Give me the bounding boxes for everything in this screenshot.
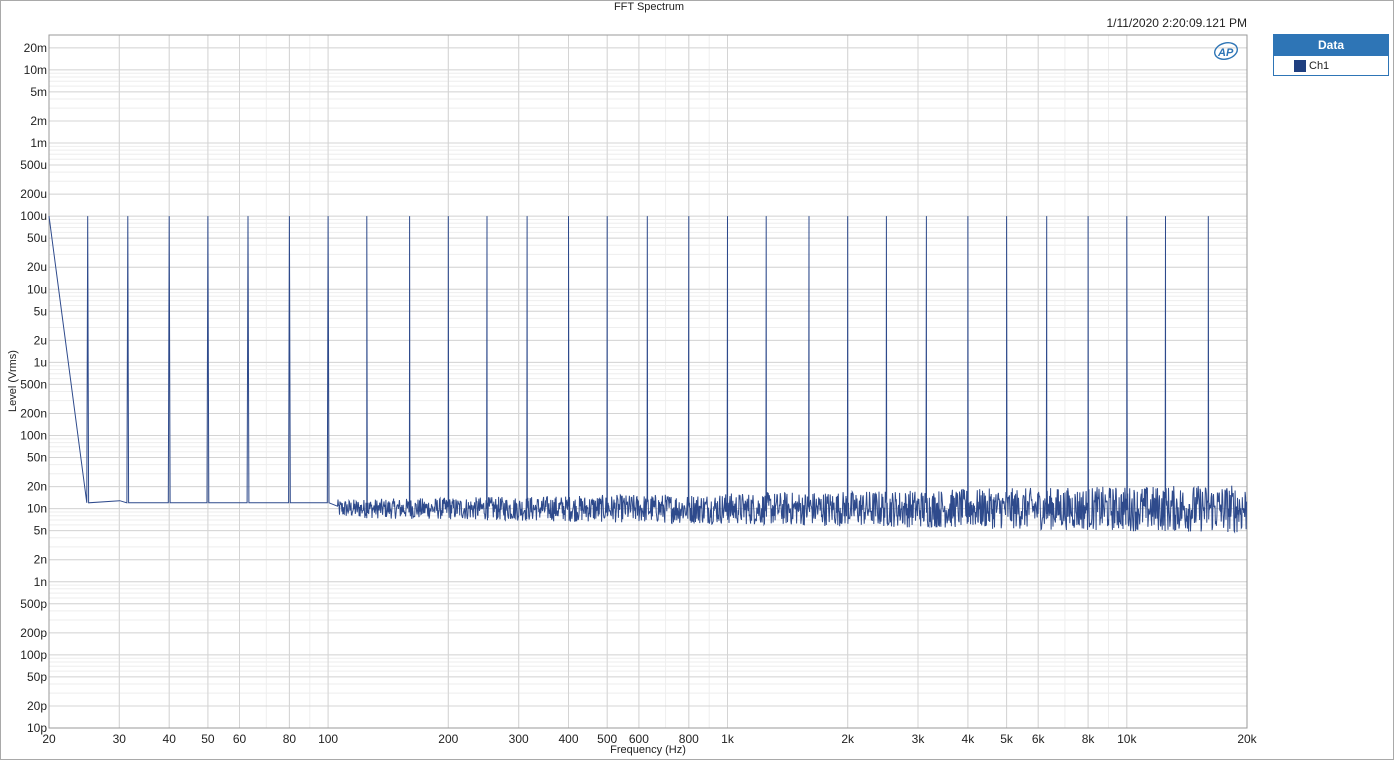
- x-tick-label: 1k: [721, 732, 735, 746]
- y-tick-label: 100p: [20, 648, 47, 662]
- x-tick-label: 600: [629, 732, 649, 746]
- y-tick-label: 20p: [27, 699, 47, 713]
- y-tick-label: 200n: [20, 407, 47, 421]
- y-tick-label: 1m: [30, 136, 47, 150]
- plot-area[interactable]: 20m 10m 5m 2m 1m 500u 200u 100u 50u 20u 10u 5u 2u 1u 5…: [1, 1, 1394, 761]
- x-tick-label: 2k: [841, 732, 855, 746]
- y-tick-label: 50p: [27, 670, 47, 684]
- x-tick-label: 400: [558, 732, 578, 746]
- y-tick-label: 50u: [27, 231, 47, 245]
- legend-title: Data: [1274, 35, 1388, 56]
- y-tick-label: 2u: [34, 333, 47, 347]
- x-tick-label: 20: [42, 732, 56, 746]
- y-tick-label: 500n: [20, 377, 47, 391]
- x-tick-label: 5k: [1000, 732, 1014, 746]
- y-tick-label: 10u: [27, 282, 47, 296]
- y-tick-label: 500u: [20, 158, 47, 172]
- x-tick-label: 60: [233, 732, 247, 746]
- svg-text:AP: AP: [1217, 47, 1234, 59]
- x-tick-label: 300: [509, 732, 529, 746]
- x-tick-label: 8k: [1082, 732, 1096, 746]
- x-tick-label: 200: [438, 732, 458, 746]
- y-tick-label: 200u: [20, 187, 47, 201]
- legend-label: Ch1: [1309, 60, 1330, 72]
- y-tick-label: 1n: [34, 575, 47, 589]
- legend[interactable]: Data Ch1: [1273, 34, 1389, 76]
- x-tick-label: 10k: [1117, 732, 1137, 746]
- y-tick-label: 500p: [20, 597, 47, 611]
- legend-swatch: [1294, 60, 1306, 72]
- x-tick-label: 800: [679, 732, 699, 746]
- legend-item-ch1[interactable]: Ch1: [1274, 56, 1388, 76]
- x-tick-label: 40: [163, 732, 177, 746]
- y-tick-label: 1u: [34, 355, 47, 369]
- y-tick-label: 100u: [20, 209, 47, 223]
- x-tick-label: 3k: [912, 732, 926, 746]
- y-tick-label: 2n: [34, 553, 47, 567]
- x-tick-label: 4k: [962, 732, 976, 746]
- x-tick-label: 500: [597, 732, 617, 746]
- x-tick-label: 80: [283, 732, 297, 746]
- y-tick-label: 10m: [24, 63, 47, 77]
- y-tick-label: 100n: [20, 429, 47, 443]
- y-tick-label: 2m: [30, 114, 47, 128]
- y-tick-label: 5u: [34, 304, 47, 318]
- x-tick-label: 6k: [1032, 732, 1046, 746]
- x-tick-label: 30: [113, 732, 127, 746]
- y-tick-label: 5n: [34, 524, 47, 538]
- x-tick-label: 20k: [1237, 732, 1257, 746]
- y-tick-label: 10n: [27, 502, 47, 516]
- y-tick-label: 20u: [27, 260, 47, 274]
- y-tick-label: 200p: [20, 626, 47, 640]
- x-tick-label: 50: [201, 732, 215, 746]
- y-tick-label: 20n: [27, 480, 47, 494]
- y-tick-label: 20m: [24, 41, 47, 55]
- y-tick-label: 5m: [30, 85, 47, 99]
- ap-logo-icon: AP: [1214, 42, 1238, 60]
- x-tick-label: 100: [318, 732, 338, 746]
- y-tick-label: 50n: [27, 451, 47, 465]
